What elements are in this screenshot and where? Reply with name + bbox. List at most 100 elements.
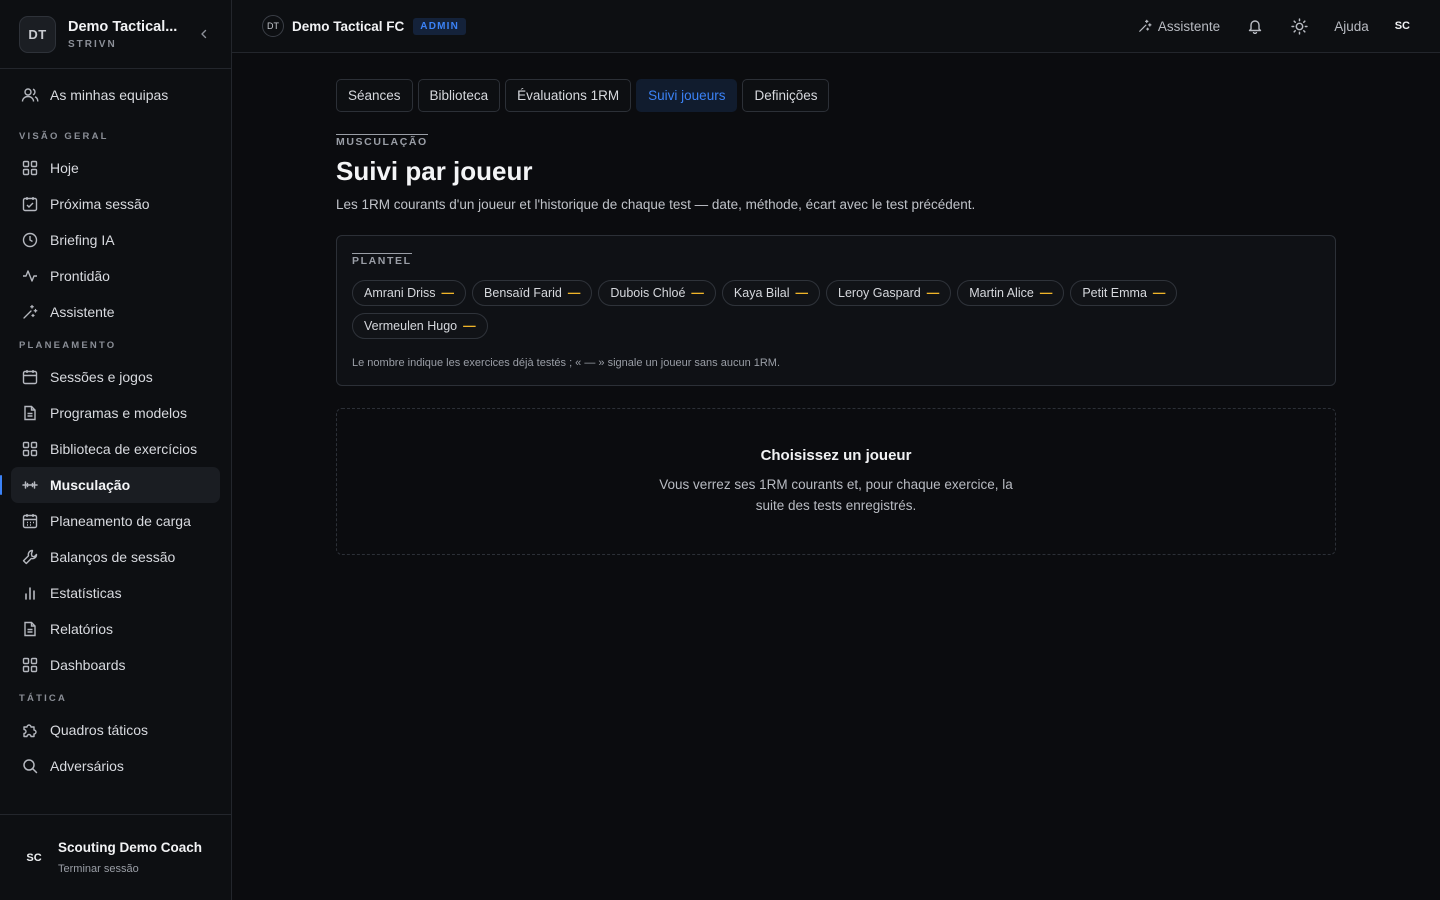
sidebar-item-my-teams[interactable]: As minhas equipas <box>11 77 220 113</box>
sidebar-item-assistente[interactable]: Assistente <box>11 294 220 330</box>
sidebar-item-musculacao[interactable]: Musculação <box>0 467 220 503</box>
sidebar-item-label: Balanços de sessão <box>50 549 176 565</box>
calendar-check-icon <box>21 195 39 213</box>
page-subtitle: Les 1RM courants d'un joueur et l'histor… <box>336 197 976 212</box>
grid-icon <box>21 159 39 177</box>
roster-note: Le nombre indique les exercices déjà tes… <box>352 357 781 369</box>
player-name: Amrani Driss <box>364 286 436 300</box>
bell-icon[interactable] <box>1246 17 1264 35</box>
sidebar-item-adversarios[interactable]: Adversários <box>11 748 220 784</box>
player-chip[interactable]: Leroy Gaspard — <box>826 280 952 306</box>
player-chip[interactable]: Vermeulen Hugo — <box>352 313 488 339</box>
team-org: STRIVN <box>68 38 117 50</box>
team-name: Demo Tactical... <box>68 18 178 35</box>
sidebar-item-label: Sessões e jogos <box>50 369 153 385</box>
player-name: Vermeulen Hugo <box>364 319 458 333</box>
empty-state: Choisissez un joueur Vous verrez ses 1RM… <box>336 408 1336 555</box>
player-chip[interactable]: Bensaïd Farid — <box>472 280 593 306</box>
avatar[interactable]: SC <box>20 844 48 872</box>
calendar-grid-icon <box>21 512 39 530</box>
sidebar-item-relatorios[interactable]: Relatórios <box>11 611 220 647</box>
sun-icon[interactable] <box>1290 17 1308 35</box>
team-switcher[interactable]: DT Demo Tactical... STRIVN <box>0 0 231 69</box>
sidebar-item-sessoes[interactable]: Sessões e jogos <box>11 359 220 395</box>
nav-section-overview: VISÃO GERAL <box>19 131 109 142</box>
sidebar-item-label: Musculação <box>50 477 131 493</box>
player-chip[interactable]: Dubois Chloé — <box>598 280 716 306</box>
player-name: Bensaïd Farid <box>484 286 562 300</box>
empty-state-title: Choisissez un joueur <box>760 447 912 464</box>
role-badge: ADMIN <box>413 17 467 35</box>
test-count: — <box>926 286 940 300</box>
logout-link[interactable]: Terminar sessão <box>58 863 202 875</box>
sidebar-item-label: Hoje <box>50 160 79 176</box>
bar-chart-icon <box>21 584 39 602</box>
sidebar-item-estatisticas[interactable]: Estatísticas <box>11 575 220 611</box>
grid-icon <box>21 440 39 458</box>
player-chips: Amrani Driss — Bensaïd Farid — Dubois Chlo… <box>352 280 1252 339</box>
empty-state-text: Vous verrez ses 1RM courants et, pour ch… <box>659 477 1013 513</box>
player-chip[interactable]: Amrani Driss — <box>352 280 467 306</box>
sidebar-item-label: Dashboards <box>50 657 126 673</box>
player-chip[interactable]: Kaya Bilal — <box>721 280 821 306</box>
sidebar-item-hoje[interactable]: Hoje <box>11 150 220 186</box>
sidebar-item-label: Programas e modelos <box>50 405 187 421</box>
tab-suivi-joueurs[interactable]: Suivi joueurs <box>636 79 738 112</box>
file-text-icon <box>21 620 39 638</box>
team-info: Demo Tactical... STRIVN <box>68 19 195 50</box>
sidebar-item-label: Prontidão <box>50 268 110 284</box>
sidebar-item-label: Quadros táticos <box>50 722 149 738</box>
test-count: — <box>1039 286 1053 300</box>
page-title: Suivi par joueur <box>336 156 533 186</box>
tab-definicoes[interactable]: Definições <box>742 79 830 112</box>
file-text-icon <box>21 404 39 422</box>
sidebar-item-proxima-sessao[interactable]: Próxima sessão <box>11 186 220 222</box>
test-count: — <box>1152 286 1166 300</box>
nav-section-tactics: TÁTICA <box>19 693 68 704</box>
tab-evaluations-1rm[interactable]: Évaluations 1RM <box>505 79 632 112</box>
player-name: Dubois Chloé <box>610 286 686 300</box>
sidebar-item-label: As minhas equipas <box>50 87 169 103</box>
test-count: — <box>795 286 809 300</box>
sparkles-icon <box>1137 18 1153 34</box>
sidebar-item-label: Biblioteca de exercícios <box>50 441 198 457</box>
tab-seances[interactable]: Séances <box>336 79 413 112</box>
test-count: — <box>463 319 476 333</box>
sidebar-item-label: Assistente <box>50 304 115 320</box>
test-count: — <box>441 286 455 300</box>
sidebar-item-prontidao[interactable]: Prontidão <box>11 258 220 294</box>
clock-icon <box>21 231 39 249</box>
user-info: Scouting Demo Coach Terminar sessão <box>58 840 202 875</box>
chevron-left-icon[interactable] <box>195 25 213 43</box>
sidebar-item-label: Estatísticas <box>50 585 122 601</box>
sidebar-item-label: Próxima sessão <box>50 196 150 212</box>
test-count: — <box>691 286 704 300</box>
sidebar-item-briefing-ia[interactable]: Briefing IA <box>11 222 220 258</box>
assistant-button[interactable]: Assistente <box>1137 18 1220 34</box>
user-profile: SC Scouting Demo Coach Terminar sessão <box>0 814 231 900</box>
player-chip[interactable]: Petit Emma — <box>1070 280 1178 306</box>
sparkles-icon <box>21 303 39 321</box>
team-name: Demo Tactical FC <box>292 18 405 34</box>
user-menu[interactable]: SC <box>1395 20 1410 32</box>
help-link[interactable]: Ajuda <box>1334 19 1369 34</box>
sidebar-item-dashboards[interactable]: Dashboards <box>11 647 220 683</box>
team-avatar: DT <box>19 15 56 53</box>
sidebar-item-balancos[interactable]: Balanços de sessão <box>11 539 220 575</box>
nav-section-planning: PLANEAMENTO <box>19 340 117 351</box>
assistant-label: Assistente <box>1157 18 1221 34</box>
sidebar-item-quadros[interactable]: Quadros táticos <box>11 712 220 748</box>
tab-biblioteca[interactable]: Biblioteca <box>417 79 501 112</box>
users-icon <box>21 86 39 104</box>
sidebar-item-biblioteca[interactable]: Biblioteca de exercícios <box>11 431 220 467</box>
player-chip[interactable]: Martin Alice — <box>957 280 1065 306</box>
main-area: DT Demo Tactical FC ADMIN Assistente Aju… <box>232 0 1440 900</box>
search-icon <box>21 757 39 775</box>
team-avatar: DT <box>262 15 284 37</box>
sidebar-item-programas[interactable]: Programas e modelos <box>11 395 220 431</box>
sidebar: DT Demo Tactical... STRIVN As minhas equ… <box>0 0 232 900</box>
sidebar-nav: As minhas equipas VISÃO GERAL Hoje Próxi… <box>0 69 231 814</box>
sidebar-item-label: Planeamento de carga <box>50 513 191 529</box>
sidebar-item-label: Adversários <box>50 758 124 774</box>
sidebar-item-planeamento-carga[interactable]: Planeamento de carga <box>11 503 220 539</box>
